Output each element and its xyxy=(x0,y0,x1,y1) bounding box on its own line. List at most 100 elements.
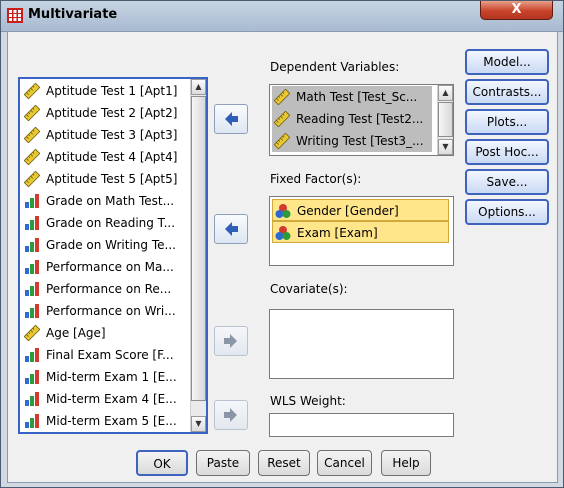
variable-list-item[interactable]: Mid-term Exam 1 [E... xyxy=(22,366,190,388)
plots-button[interactable]: Plots... xyxy=(465,109,549,135)
item-label: Age [Age] xyxy=(46,326,106,340)
bar-chart-icon xyxy=(25,238,39,252)
ruler-icon xyxy=(24,171,40,187)
variable-list-item[interactable]: Performance on Ma... xyxy=(22,256,190,278)
variable-list-item[interactable]: Performance on Wri... xyxy=(22,300,190,322)
bar-chart-icon xyxy=(25,392,39,406)
contrasts-button[interactable]: Contrasts... xyxy=(465,79,549,105)
dependent-variables-label: Dependent Variables: xyxy=(270,60,400,74)
arrow-right-icon xyxy=(224,408,237,422)
arrow-right-icon xyxy=(224,334,237,348)
move-to-fixed-factor-button[interactable] xyxy=(214,214,248,244)
fixed-factor-item[interactable]: Gender [Gender] xyxy=(272,199,449,221)
ok-button[interactable]: OK xyxy=(136,450,188,476)
variable-list-item[interactable]: Grade on Writing Te... xyxy=(22,234,190,256)
fixed-factors-label: Fixed Factor(s): xyxy=(270,172,362,186)
item-label: Grade on Writing Te... xyxy=(46,238,176,252)
wls-weight-field[interactable] xyxy=(269,413,454,437)
window-title: Multivariate xyxy=(28,7,118,22)
item-label: Math Test [Test_Sc... xyxy=(296,90,418,104)
title-bar[interactable]: Multivariate X xyxy=(1,1,563,32)
help-button[interactable]: Help xyxy=(381,450,431,476)
model-button[interactable]: Model... xyxy=(465,49,549,75)
ruler-icon xyxy=(24,127,40,143)
item-label: Final Exam Score [F... xyxy=(46,348,174,362)
save-button[interactable]: Save... xyxy=(465,169,549,195)
cancel-button[interactable]: Cancel xyxy=(317,450,372,476)
move-to-covariate-button[interactable] xyxy=(214,326,248,356)
arrow-right-icon xyxy=(225,112,238,126)
ruler-icon xyxy=(24,149,40,165)
dependent-variables-list[interactable]: Math Test [Test_Sc... Reading Test [Test2… xyxy=(269,84,454,156)
item-label: Aptitude Test 2 [Apt2] xyxy=(46,106,178,120)
item-label: Exam [Exam] xyxy=(297,226,378,240)
arrow-right-icon xyxy=(225,222,238,236)
item-label: Performance on Ma... xyxy=(46,260,174,274)
close-icon: X xyxy=(511,2,522,17)
item-label: Aptitude Test 3 [Apt3] xyxy=(46,128,178,142)
covariates-list[interactable] xyxy=(269,309,454,379)
item-label: Aptitude Test 4 [Apt4] xyxy=(46,150,178,164)
item-label: Aptitude Test 1 [Apt1] xyxy=(46,84,178,98)
variable-list-item[interactable]: Final Exam Score [F... xyxy=(22,344,190,366)
move-to-wls-weight-button[interactable] xyxy=(214,400,248,430)
item-label: Writing Test [Test3_... xyxy=(296,134,424,148)
bar-chart-icon xyxy=(25,414,39,428)
item-label: Grade on Reading T... xyxy=(46,216,176,230)
fixed-factors-list[interactable]: Gender [Gender] Exam [Exam] xyxy=(269,196,454,266)
nominal-icon xyxy=(275,204,291,218)
paste-button[interactable]: Paste xyxy=(196,450,250,476)
scroll-down-arrow[interactable]: ▼ xyxy=(191,416,206,432)
bar-chart-icon xyxy=(25,348,39,362)
bar-chart-icon xyxy=(25,194,39,208)
source-list-scrollbar[interactable]: ▲ ▼ xyxy=(190,79,206,432)
covariates-label: Covariate(s): xyxy=(270,282,348,296)
item-label: Performance on Re... xyxy=(46,282,172,296)
multivariate-dialog: Multivariate X Aptitude Test 1 [Apt1] Apt… xyxy=(0,0,564,488)
bar-chart-icon xyxy=(25,304,39,318)
scroll-down-arrow[interactable]: ▼ xyxy=(438,139,453,155)
bar-chart-icon xyxy=(25,216,39,230)
bar-chart-icon xyxy=(25,282,39,296)
variable-list-item[interactable]: Age [Age] xyxy=(22,322,190,344)
dependent-variable-item[interactable]: Reading Test [Test2... xyxy=(272,108,432,130)
variable-list-item[interactable]: Aptitude Test 4 [Apt4] xyxy=(22,146,190,168)
scroll-up-arrow[interactable]: ▲ xyxy=(191,79,206,95)
variable-list-item[interactable]: Mid-term Exam 5 [E... xyxy=(22,410,190,432)
dependent-list-scrollbar[interactable]: ▲ ▼ xyxy=(437,85,453,155)
variable-list-item[interactable]: Aptitude Test 1 [Apt1] xyxy=(22,80,190,102)
variable-list-item[interactable]: Grade on Math Test... xyxy=(22,190,190,212)
source-variable-list[interactable]: Aptitude Test 1 [Apt1] Aptitude Test 2 [A… xyxy=(18,77,208,434)
dependent-variable-item[interactable]: Math Test [Test_Sc... xyxy=(272,86,432,108)
variable-list-item[interactable]: Aptitude Test 3 [Apt3] xyxy=(22,124,190,146)
item-label: Grade on Math Test... xyxy=(46,194,175,208)
reset-button[interactable]: Reset xyxy=(258,450,310,476)
ruler-icon xyxy=(274,89,290,105)
variable-list-item[interactable]: Grade on Reading T... xyxy=(22,212,190,234)
ruler-icon xyxy=(24,325,40,341)
variable-list-item[interactable]: Aptitude Test 2 [Apt2] xyxy=(22,102,190,124)
dialog-body: Aptitude Test 1 [Apt1] Aptitude Test 2 [A… xyxy=(7,31,558,483)
ruler-icon xyxy=(24,105,40,121)
dependent-variable-item[interactable]: Writing Test [Test3_... xyxy=(272,130,432,152)
bar-chart-icon xyxy=(25,260,39,274)
item-label: Reading Test [Test2... xyxy=(296,112,424,126)
item-label: Aptitude Test 5 [Apt5] xyxy=(46,172,178,186)
ruler-icon xyxy=(274,111,290,127)
item-label: Mid-term Exam 4 [E... xyxy=(46,392,177,406)
move-to-dependent-button[interactable] xyxy=(214,104,248,134)
scroll-up-arrow[interactable]: ▲ xyxy=(438,85,453,101)
scroll-thumb[interactable] xyxy=(438,102,453,137)
variable-list-item[interactable]: Performance on Re... xyxy=(22,278,190,300)
scroll-thumb[interactable] xyxy=(191,96,206,401)
fixed-factor-item[interactable]: Exam [Exam] xyxy=(272,221,449,243)
close-button[interactable]: X xyxy=(480,1,553,20)
wls-weight-label: WLS Weight: xyxy=(270,394,346,408)
options-button[interactable]: Options... xyxy=(465,199,549,225)
item-label: Mid-term Exam 5 [E... xyxy=(46,414,177,428)
item-label: Performance on Wri... xyxy=(46,304,176,318)
variable-list-item[interactable]: Mid-term Exam 4 [E... xyxy=(22,388,190,410)
variable-list-item[interactable]: Aptitude Test 5 [Apt5] xyxy=(22,168,190,190)
ruler-icon xyxy=(274,133,290,149)
post-hoc-button[interactable]: Post Hoc... xyxy=(465,139,549,165)
